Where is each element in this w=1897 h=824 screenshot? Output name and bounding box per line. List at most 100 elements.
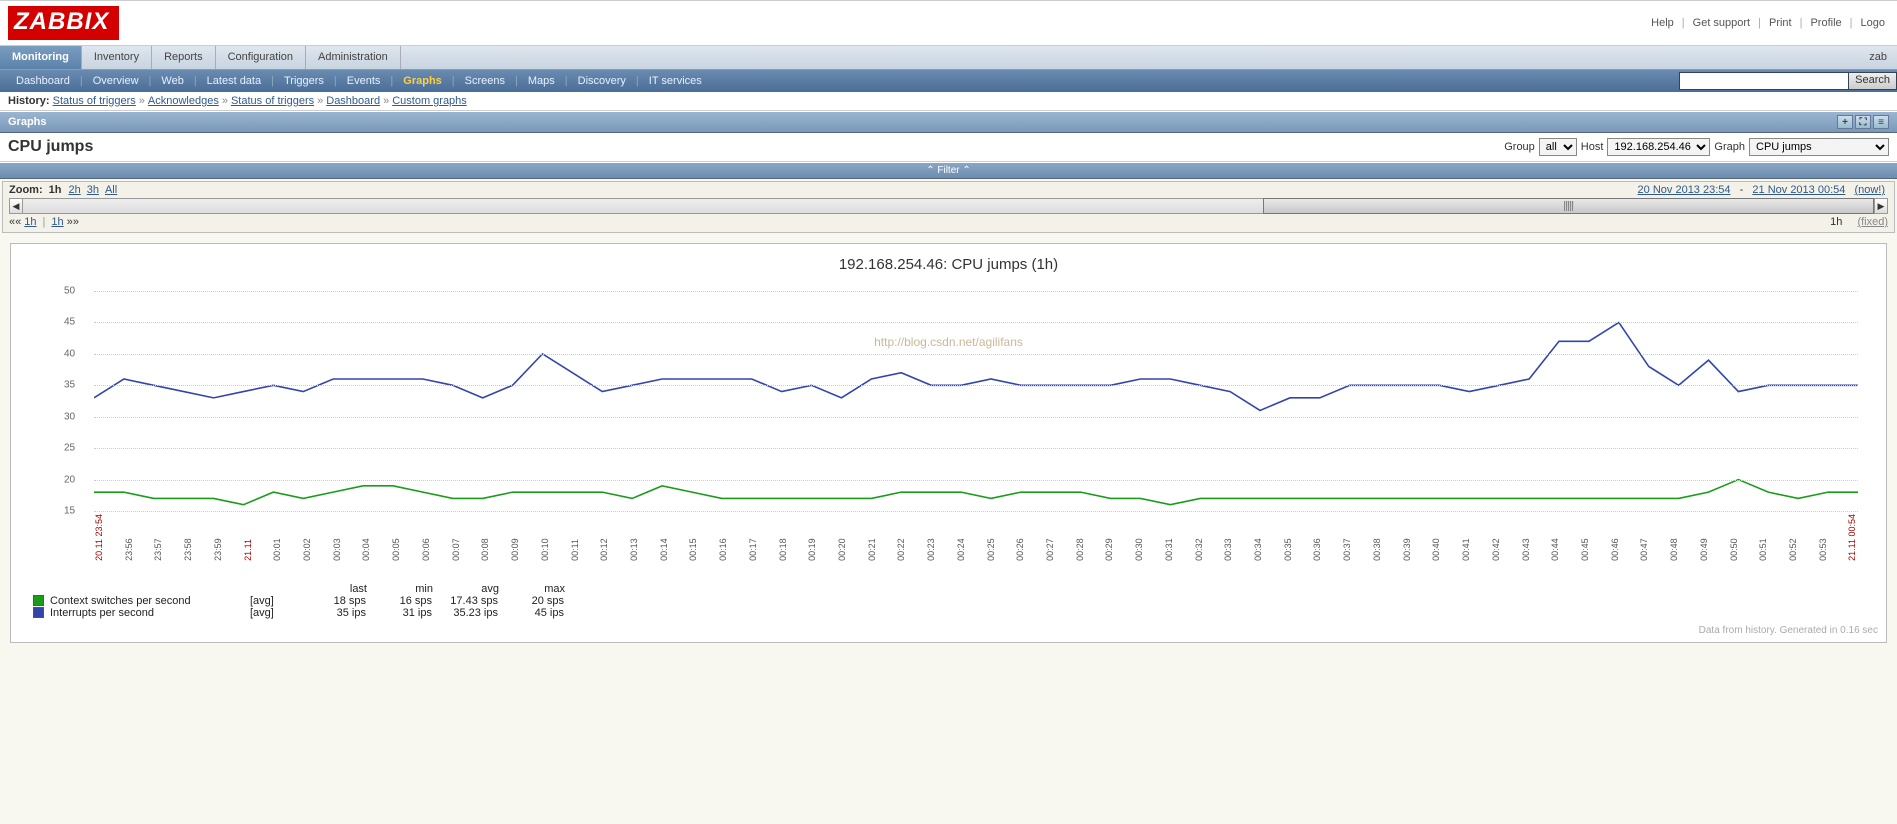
nav-fwd-double: »» [64,216,79,228]
y-tick-label: 25 [64,443,75,454]
x-tick-label: 00:53 [1818,514,1828,561]
x-tick-label: 00:31 [1164,514,1174,561]
subtab-latest-data[interactable]: Latest data [197,71,271,91]
x-tick-label: 00:25 [986,514,996,561]
x-tick-label: 00:32 [1194,514,1204,561]
x-tick-label: 00:50 [1729,514,1739,561]
subtab-graphs[interactable]: Graphs [393,71,452,91]
date-from-link[interactable]: 20 Nov 2013 23:54 [1638,184,1731,196]
top-link-logo[interactable]: Logo [1857,17,1889,29]
subtab-overview[interactable]: Overview [83,71,149,91]
subtab-it-services[interactable]: IT services [639,71,712,91]
subtab-discovery[interactable]: Discovery [568,71,636,91]
subtab-web[interactable]: Web [151,71,193,91]
x-tick-label: 00:46 [1610,514,1620,561]
x-tick-label: 00:15 [688,514,698,561]
graph-panel: 192.168.254.46: CPU jumps (1h) http://bl… [10,243,1887,643]
legend-stat-value: 17.43 sps [432,595,498,607]
top-link-help[interactable]: Help [1647,17,1678,29]
tab-configuration[interactable]: Configuration [216,46,306,69]
subtab-triggers[interactable]: Triggers [274,71,334,91]
watermark: http://blog.csdn.net/agilifans [19,335,1878,349]
fixed-toggle[interactable]: (fixed) [1857,216,1888,228]
x-tick-label: 00:48 [1669,514,1679,561]
x-tick-label: 00:20 [837,514,847,561]
x-tick-label: 00:08 [480,514,490,561]
x-tick-label: 00:52 [1788,514,1798,561]
tab-administration[interactable]: Administration [306,46,401,69]
nav-fwd-link[interactable]: 1h [51,216,63,228]
graph-select[interactable]: CPU jumps [1749,138,1889,156]
x-tick-label: 00:04 [361,514,371,561]
slider-right-arrow[interactable]: ▶ [1874,198,1888,214]
x-tick-label: 00:24 [956,514,966,561]
date-to-link[interactable]: 21 Nov 2013 00:54 [1752,184,1845,196]
filter-toggle[interactable]: ⌃ Filter ⌃ [0,162,1897,179]
top-link-print[interactable]: Print [1765,17,1796,29]
x-tick-label: 00:36 [1312,514,1322,561]
x-tick-label: 00:44 [1550,514,1560,561]
x-tick-label: 23:57 [153,514,163,561]
history-link[interactable]: Dashboard [326,95,380,107]
x-tick-label: 00:12 [599,514,609,561]
subtab-dashboard[interactable]: Dashboard [6,71,80,91]
x-tick-label: 00:29 [1104,514,1114,561]
legend-series-name: Context switches per second [50,595,250,607]
y-tick-label: 40 [64,348,75,359]
x-tick-label: 00:10 [540,514,550,561]
slider-handle[interactable] [1263,198,1874,214]
host-label: Host [1581,141,1604,153]
x-tick-label: 00:28 [1075,514,1085,561]
legend-stat-value: 16 sps [366,595,432,607]
legend-stat-value: 45 ips [498,607,564,619]
history-link[interactable]: Custom graphs [392,95,467,107]
x-tick-label: 00:02 [302,514,312,561]
x-tick-label: 00:49 [1699,514,1709,561]
group-select[interactable]: all [1539,138,1577,156]
chart-legend: lastminavgmax Context switches per secon… [33,583,1878,622]
x-tick-label: 00:38 [1372,514,1382,561]
zoom-option-2h[interactable]: 2h [68,184,80,196]
x-tick-label: 00:13 [629,514,639,561]
search-input[interactable] [1679,72,1849,90]
zoom-option-All[interactable]: All [105,184,117,196]
now-link[interactable]: (now!) [1854,184,1885,196]
x-axis: 20.11 23:5423:5623:5723:5823:5921.1100:0… [94,514,1858,561]
tab-reports[interactable]: Reports [152,46,216,69]
x-tick-label: 00:14 [659,514,669,561]
zabbix-logo[interactable]: ZABBIX [8,6,119,40]
history-link[interactable]: Acknowledges [148,95,219,107]
x-tick-label: 00:27 [1045,514,1055,561]
tab-inventory[interactable]: Inventory [82,46,152,69]
history-link[interactable]: Status of triggers [53,95,136,107]
history-link[interactable]: Status of triggers [231,95,314,107]
search-button[interactable]: Search [1848,72,1897,90]
nav-back-link[interactable]: 1h [24,216,36,228]
x-tick-label: 00:03 [332,514,342,561]
menu-icon[interactable]: ≡ [1873,115,1889,129]
x-tick-label: 00:16 [718,514,728,561]
tab-monitoring[interactable]: Monitoring [0,46,82,69]
top-link-profile[interactable]: Profile [1806,17,1845,29]
subtab-maps[interactable]: Maps [518,71,565,91]
host-select[interactable]: 192.168.254.46 [1607,138,1710,156]
x-tick-label: 00:33 [1223,514,1233,561]
legend-stat-header: max [499,583,565,595]
legend-stat-header: min [367,583,433,595]
fullscreen-icon[interactable]: ⛶ [1855,115,1871,129]
subtab-events[interactable]: Events [337,71,391,91]
add-icon[interactable]: + [1837,115,1853,129]
x-tick-label: 00:26 [1015,514,1025,561]
subtab-screens[interactable]: Screens [455,71,515,91]
graph-label: Graph [1714,141,1745,153]
legend-swatch [33,607,44,618]
x-tick-label: 00:34 [1253,514,1263,561]
top-link-get-support[interactable]: Get support [1689,17,1754,29]
top-links: Help|Get support|Print|Profile|Logo [1647,17,1889,29]
slider-left-arrow[interactable]: ◀ [9,198,23,214]
x-tick-label: 00:09 [510,514,520,561]
corner-text: zab [1859,46,1897,69]
legend-row: Context switches per second [avg] 18 sps… [33,595,565,607]
slider-track[interactable] [22,198,1875,214]
zoom-option-3h[interactable]: 3h [87,184,99,196]
